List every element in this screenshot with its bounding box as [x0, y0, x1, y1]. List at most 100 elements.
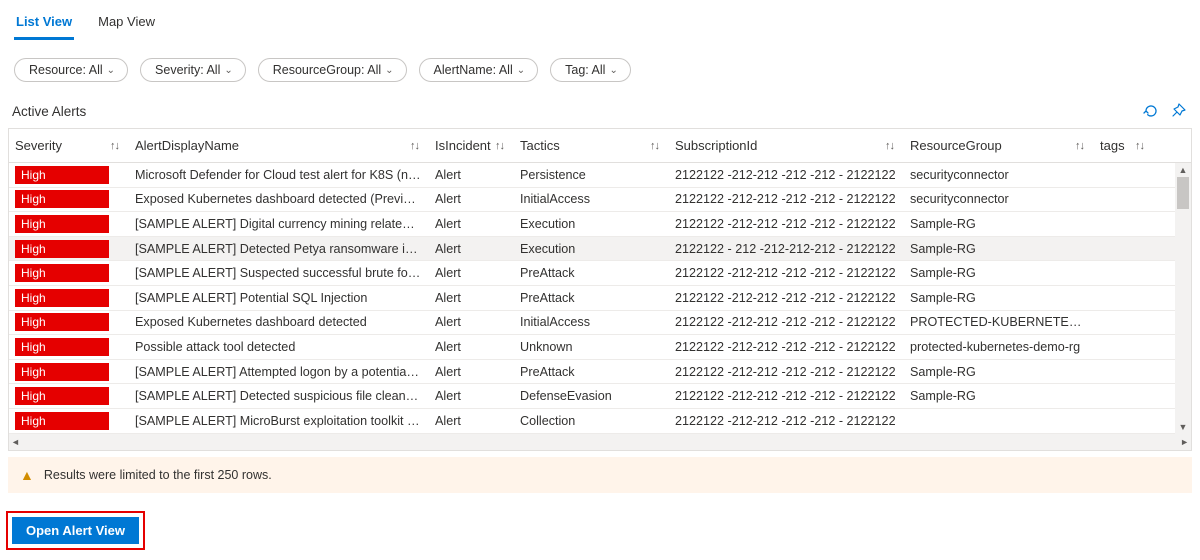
sort-icon: ↑↓ [495, 140, 504, 152]
cell-is-incident: Alert [429, 389, 514, 403]
warning-banner: ▲ Results were limited to the first 250 … [8, 457, 1192, 493]
sort-icon: ↑↓ [885, 140, 894, 152]
filter-pill[interactable]: Tag: All⌄ [550, 58, 631, 82]
col-severity[interactable]: Severity↑↓ [9, 138, 129, 153]
table-body: ▲ ▼ High Microsoft Defender for Cloud tes… [9, 163, 1191, 434]
cell-resourcegroup: PROTECTED-KUBERNETES-DEMO-RG [904, 315, 1094, 329]
table-row[interactable]: High[SAMPLE ALERT] Attempted logon by a … [9, 360, 1191, 385]
severity-badge: High [15, 289, 109, 307]
severity-badge: High [15, 338, 109, 356]
cell-display-name: Exposed Kubernetes dashboard detected (P… [129, 192, 429, 206]
cell-tactics: Collection [514, 414, 669, 428]
filter-label: ResourceGroup: All [273, 63, 381, 77]
table-row[interactable]: HighExposed Kubernetes dashboard detecte… [9, 311, 1191, 336]
cell-display-name: [SAMPLE ALERT] Suspected successful brut… [129, 266, 429, 280]
cell-subscription: 2122122 -212-212 -212 -212 - 2122122 [669, 340, 904, 354]
severity-badge: High [15, 166, 109, 184]
col-tags[interactable]: tags↑↓ [1094, 138, 1154, 153]
table-row[interactable]: High Microsoft Defender for Cloud test al… [9, 163, 1191, 188]
cell-tactics: Unknown [514, 340, 669, 354]
cell-tactics: PreAttack [514, 365, 669, 379]
chevron-down-icon: ⌄ [224, 65, 232, 76]
col-display-name[interactable]: AlertDisplayName↑↓ [129, 138, 429, 153]
severity-badge: High [15, 240, 109, 258]
sort-icon: ↑↓ [410, 140, 419, 152]
cell-display-name: Microsoft Defender for Cloud test alert … [129, 168, 429, 182]
cell-subscription: 2122122 -212-212 -212 -212 - 2122122 [669, 291, 904, 305]
filter-label: Tag: All [565, 63, 605, 77]
table-header: Severity↑↓ AlertDisplayName↑↓ IsIncident… [9, 129, 1191, 163]
table-row[interactable]: HighExposed Kubernetes dashboard detecte… [9, 188, 1191, 213]
filter-pill[interactable]: AlertName: All ⌄ [419, 58, 539, 82]
table-row[interactable]: High[SAMPLE ALERT] MicroBurst exploitati… [9, 409, 1191, 434]
open-alert-view-button[interactable]: Open Alert View [12, 517, 139, 544]
cell-is-incident: Alert [429, 168, 514, 182]
scroll-up-icon[interactable]: ▲ [1179, 165, 1188, 175]
severity-badge: High [15, 215, 109, 233]
cell-resourcegroup: Sample-RG [904, 242, 1094, 256]
chevron-down-icon: ⌄ [107, 65, 115, 76]
filter-pill[interactable]: Resource: All⌄ [14, 58, 128, 82]
sort-icon: ↑↓ [1075, 140, 1084, 152]
chevron-down-icon: ⌄ [517, 65, 525, 76]
cell-tactics: Execution [514, 242, 669, 256]
cell-resourcegroup: securityconnector [904, 192, 1094, 206]
vertical-scrollbar[interactable]: ▲ ▼ [1175, 163, 1191, 434]
cell-tactics: PreAttack [514, 291, 669, 305]
chevron-down-icon: ⌄ [385, 65, 393, 76]
table-row[interactable]: High [SAMPLE ALERT] Detected suspicious f… [9, 384, 1191, 409]
filter-label: AlertName: All [434, 63, 513, 77]
cell-display-name: [SAMPLE ALERT] Potential SQL Injection [129, 291, 429, 305]
cell-resourcegroup: Sample-RG [904, 291, 1094, 305]
table-row[interactable]: High Possible attack tool detectedAlertUn… [9, 335, 1191, 360]
severity-badge: High [15, 387, 109, 405]
cell-is-incident: Alert [429, 192, 514, 206]
cell-tactics: DefenseEvasion [514, 389, 669, 403]
sort-icon: ↑↓ [650, 140, 659, 152]
col-is-incident[interactable]: IsIncident↑↓ [429, 138, 514, 153]
filter-pill[interactable]: Severity: All⌄ [140, 58, 246, 82]
cell-display-name: [SAMPLE ALERT] Detected suspicious file … [129, 389, 429, 403]
cell-subscription: 2122122 -212-212 -212 -212 - 2122122 [669, 414, 904, 428]
cell-display-name: Possible attack tool detected [129, 340, 429, 354]
cell-tactics: InitialAccess [514, 192, 669, 206]
cell-is-incident: Alert [429, 414, 514, 428]
warning-icon: ▲ [20, 467, 34, 483]
scroll-left-icon[interactable]: ◄ [11, 437, 20, 447]
cell-subscription: 2122122 -212-212 -212 -212 - 2122122 [669, 365, 904, 379]
tab-map-view[interactable]: Map View [96, 8, 157, 40]
cell-is-incident: Alert [429, 291, 514, 305]
cell-subscription: 2122122 - 212 -212-212-212 - 2122122 [669, 242, 904, 256]
pin-icon[interactable] [1170, 102, 1188, 120]
horizontal-scrollbar[interactable]: ◄ ► [9, 434, 1191, 450]
table-row[interactable]: High[SAMPLE ALERT] Digital currency mini… [9, 212, 1191, 237]
severity-badge: High [15, 363, 109, 381]
table-row[interactable]: High [SAMPLE ALERT] Potential SQL Injecti… [9, 286, 1191, 311]
tab-list-view[interactable]: List View [14, 8, 74, 40]
cell-is-incident: Alert [429, 315, 514, 329]
table-row[interactable]: High [SAMPLE ALERT] Detected Petya ransom… [9, 237, 1191, 262]
table-row[interactable]: High [SAMPLE ALERT] Suspected successful … [9, 261, 1191, 286]
cell-resourcegroup: Sample-RG [904, 389, 1094, 403]
col-subscription[interactable]: SubscriptionId↑↓ [669, 138, 904, 153]
cell-display-name: [SAMPLE ALERT] Detected Petya ransomware… [129, 242, 429, 256]
scroll-right-icon[interactable]: ► [1180, 437, 1189, 447]
cell-subscription: 2122122 -212-212 -212 -212 - 2122122 [669, 217, 904, 231]
undo-icon[interactable] [1142, 102, 1160, 120]
cell-subscription: 2122122 -212-212 -212 -212 - 2122122 [669, 389, 904, 403]
col-resourcegroup[interactable]: ResourceGroup↑↓ [904, 138, 1094, 153]
scroll-down-icon[interactable]: ▼ [1179, 422, 1188, 432]
scroll-thumb[interactable] [1177, 177, 1189, 209]
cell-is-incident: Alert [429, 340, 514, 354]
cell-tactics: Execution [514, 217, 669, 231]
cell-subscription: 2122122 -212-212 -212 -212 - 2122122 [669, 168, 904, 182]
alerts-table: Severity↑↓ AlertDisplayName↑↓ IsIncident… [8, 128, 1192, 451]
col-tactics[interactable]: Tactics↑↓ [514, 138, 669, 153]
severity-badge: High [15, 264, 109, 282]
cell-is-incident: Alert [429, 217, 514, 231]
cell-resourcegroup: Sample-RG [904, 217, 1094, 231]
severity-badge: High [15, 412, 109, 430]
highlight-box: Open Alert View [6, 511, 145, 550]
filter-pill[interactable]: ResourceGroup: All ⌄ [258, 58, 407, 82]
cell-resourcegroup: protected-kubernetes-demo-rg [904, 340, 1094, 354]
